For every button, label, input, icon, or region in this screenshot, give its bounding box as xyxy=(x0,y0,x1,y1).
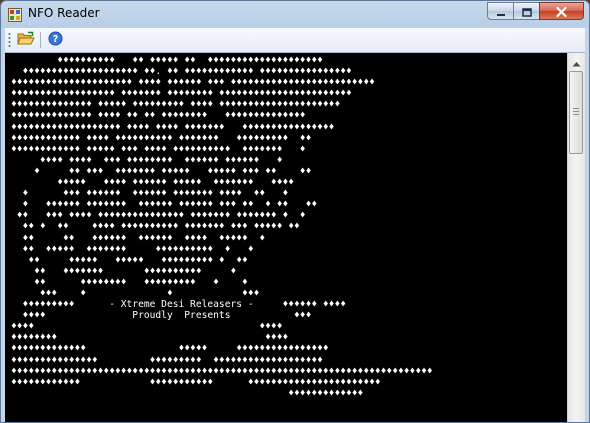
svg-text:?: ? xyxy=(52,34,58,45)
open-file-button[interactable] xyxy=(16,31,36,49)
nfo-reader-app-icon[interactable] xyxy=(8,7,22,22)
toolbar: ? xyxy=(5,28,585,53)
minimize-button[interactable] xyxy=(487,2,514,20)
nfo-text: ♦♦♦♦♦♦♦♦♦♦ ♦♦ ♦♦♦♦♦ ♦♦ ♦♦♦♦♦♦♦♦♦♦♦♦♦♦♦♦♦… xyxy=(11,55,433,399)
minimize-icon xyxy=(496,2,506,21)
help-button[interactable]: ? xyxy=(45,31,65,49)
maximize-button[interactable] xyxy=(513,2,540,20)
scroll-up-arrow-icon xyxy=(572,52,581,71)
open-folder-icon xyxy=(17,31,35,50)
help-icon: ? xyxy=(48,31,63,50)
nfo-text-area[interactable]: ♦♦♦♦♦♦♦♦♦♦ ♦♦ ♦♦♦♦♦ ♦♦ ♦♦♦♦♦♦♦♦♦♦♦♦♦♦♦♦♦… xyxy=(5,53,567,422)
window-right-border xyxy=(585,28,589,422)
close-icon xyxy=(556,2,567,21)
maximize-icon xyxy=(521,2,532,21)
close-button[interactable] xyxy=(539,2,584,20)
thumb-grip xyxy=(573,108,579,116)
vertical-scrollbar[interactable] xyxy=(567,53,585,422)
nfo-reader-window: NFO Reader ? ♦♦♦♦♦♦♦♦♦♦ ♦♦ ♦♦♦♦♦ ♦♦ ♦♦♦♦… xyxy=(0,0,590,423)
toolbar-separator xyxy=(40,32,41,48)
toolbar-grip[interactable] xyxy=(8,32,11,48)
scroll-up-button[interactable] xyxy=(568,53,585,70)
window-title: NFO Reader xyxy=(28,6,100,20)
scrollbar-thumb[interactable] xyxy=(569,71,583,154)
title-bar[interactable]: NFO Reader xyxy=(1,1,589,27)
